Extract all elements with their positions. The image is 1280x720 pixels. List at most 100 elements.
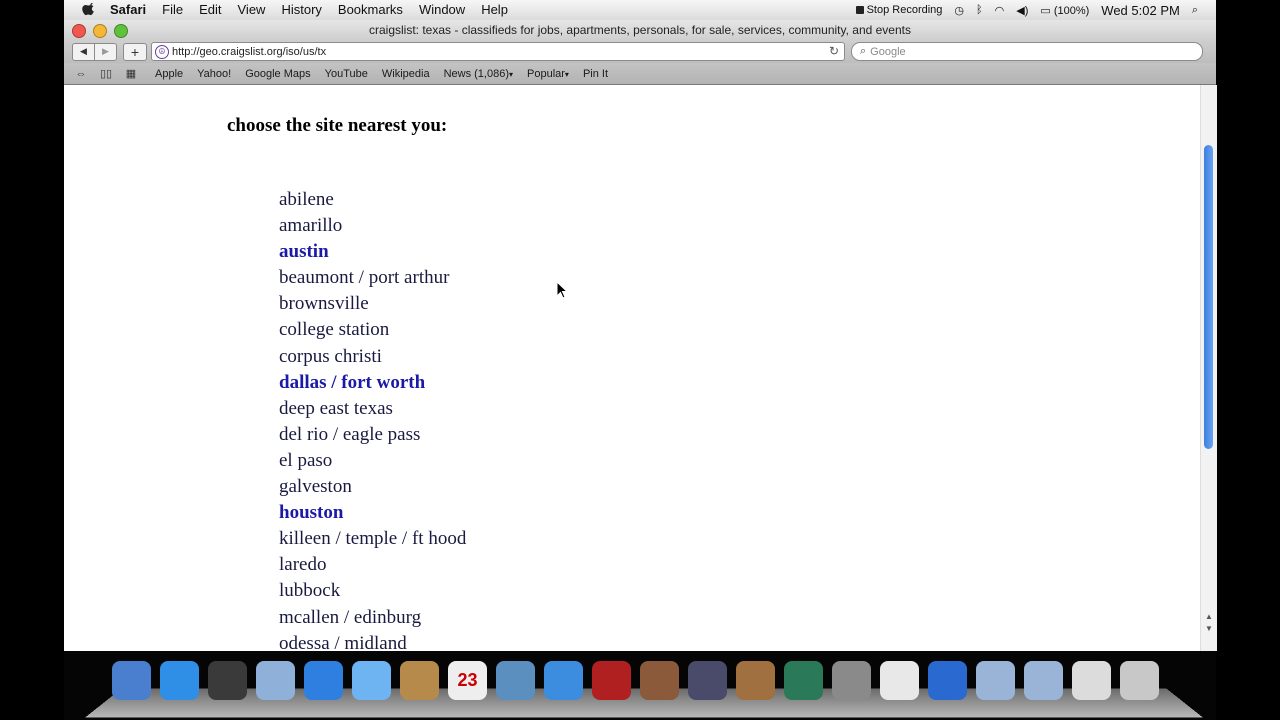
dock-image-capture-icon[interactable]: [640, 661, 679, 700]
menu-file[interactable]: File: [154, 0, 191, 20]
dock-garageband-icon[interactable]: [736, 661, 775, 700]
dock-time-machine-icon[interactable]: [784, 661, 823, 700]
window-titlebar: craigslist: texas - classifieds for jobs…: [64, 20, 1216, 40]
site-link[interactable]: amarillo: [279, 213, 466, 239]
time-machine-menu-icon[interactable]: ◷: [954, 4, 964, 17]
bookmark-pin-it[interactable]: Pin It: [583, 68, 608, 80]
menu-history[interactable]: History: [273, 0, 329, 20]
dock: 23: [64, 651, 1216, 720]
site-link[interactable]: del rio / eagle pass: [279, 422, 466, 448]
menu-view[interactable]: View: [230, 0, 274, 20]
window-controls: [72, 24, 128, 38]
dock-address-book-icon[interactable]: [400, 661, 439, 700]
dock-quicktime-icon[interactable]: [928, 661, 967, 700]
dock-finder-icon[interactable]: [112, 661, 151, 700]
bookmark-wikipedia[interactable]: Wikipedia: [382, 68, 430, 80]
menu-bar: Safari File Edit View History Bookmarks …: [64, 0, 1216, 21]
stop-recording-label: Stop Recording: [866, 4, 943, 16]
forward-button[interactable]: ▶: [94, 43, 116, 60]
dock-stack-icon[interactable]: [1072, 661, 1111, 700]
site-link[interactable]: houston: [279, 500, 466, 526]
site-link[interactable]: odessa / midland: [279, 631, 466, 651]
dock-mail-icon[interactable]: [256, 661, 295, 700]
page-heading: choose the site nearest you:: [227, 115, 448, 136]
dock-trash-icon[interactable]: [1120, 661, 1159, 700]
site-link[interactable]: deep east texas: [279, 396, 466, 422]
site-link[interactable]: el paso: [279, 448, 466, 474]
bookmark-popular-label: Popular: [527, 67, 565, 80]
bookmark-google-maps[interactable]: Google Maps: [245, 68, 310, 80]
dock-safari-icon[interactable]: [304, 661, 343, 700]
scrollbar-thumb[interactable]: [1204, 145, 1213, 449]
menu-edit[interactable]: Edit: [191, 0, 229, 20]
search-placeholder: Google: [870, 45, 906, 58]
site-list: abilene amarillo austin beaumont / port art…: [279, 187, 466, 651]
site-link[interactable]: abilene: [279, 187, 466, 213]
stop-recording-button[interactable]: Stop Recording: [855, 4, 943, 16]
volume-icon[interactable]: ◀): [1016, 4, 1028, 17]
wifi-icon[interactable]: ◠: [995, 4, 1005, 17]
dock-dashboard-icon[interactable]: [208, 661, 247, 700]
bookmark-youtube[interactable]: YouTube: [325, 68, 368, 80]
dock-photo-booth-icon[interactable]: [592, 661, 631, 700]
mouse-pointer-icon: [556, 281, 568, 299]
search-icon: ⌕: [860, 45, 867, 57]
window-title: craigslist: texas - classifieds for jobs…: [369, 23, 911, 37]
reading-list-icon[interactable]: ⇔: [73, 68, 89, 80]
top-sites-grid-icon[interactable]: ▦: [123, 67, 139, 80]
dock-imovie-icon[interactable]: [688, 661, 727, 700]
dock-itunes-icon[interactable]: [544, 661, 583, 700]
dock-system-preferences-icon[interactable]: [832, 661, 871, 700]
site-link[interactable]: corpus christi: [279, 344, 466, 370]
dock-ichat-icon[interactable]: [352, 661, 391, 700]
site-link[interactable]: dallas / fort worth: [279, 370, 466, 396]
web-page-content: choose the site nearest you: abilene amar…: [64, 85, 1200, 651]
nav-buttons: ◀ ▶: [72, 42, 117, 61]
dock-chrome-icon[interactable]: [880, 661, 919, 700]
menu-clock[interactable]: Wed 5:02 PM: [1101, 3, 1180, 18]
dock-iphoto-icon[interactable]: [496, 661, 535, 700]
site-link[interactable]: galveston: [279, 474, 466, 500]
zoom-window-button[interactable]: [114, 24, 128, 38]
vertical-scrollbar[interactable]: ▲ ▼: [1200, 85, 1217, 651]
battery-icon: ▭: [1040, 4, 1051, 17]
dock-applications-folder-icon[interactable]: [976, 661, 1015, 700]
close-window-button[interactable]: [72, 24, 86, 38]
bookmarks-book-icon[interactable]: ▯▯: [98, 67, 114, 80]
add-bookmark-button[interactable]: +: [123, 42, 147, 61]
site-link[interactable]: beaumont / port arthur: [279, 265, 466, 291]
bookmark-apple[interactable]: Apple: [155, 68, 183, 80]
minimize-window-button[interactable]: [93, 24, 107, 38]
menu-bookmarks[interactable]: Bookmarks: [330, 0, 411, 20]
bluetooth-icon[interactable]: ᛒ: [976, 4, 983, 16]
site-link[interactable]: laredo: [279, 552, 466, 578]
dock-documents-folder-icon[interactable]: [1024, 661, 1063, 700]
chevron-down-icon: ▾: [508, 69, 513, 79]
bookmark-news-folder[interactable]: News (1,086)▾: [444, 68, 513, 80]
site-link[interactable]: mcallen / edinburg: [279, 605, 466, 631]
dock-app-store-icon[interactable]: [160, 661, 199, 700]
apple-menu-icon[interactable]: [82, 3, 96, 17]
site-link[interactable]: killeen / temple / ft hood: [279, 526, 466, 552]
site-link[interactable]: brownsville: [279, 291, 466, 317]
scroll-down-arrow-icon[interactable]: ▼: [1205, 624, 1213, 633]
menu-safari[interactable]: Safari: [106, 0, 154, 20]
menu-help[interactable]: Help: [473, 0, 516, 20]
bookmarks-bar: ⇔ ▯▯ ▦ Apple Yahoo! Google Maps YouTube …: [64, 63, 1216, 85]
address-url: http://geo.craigslist.org/iso/us/tx: [172, 45, 327, 58]
back-button[interactable]: ◀: [73, 44, 94, 60]
site-link[interactable]: college station: [279, 317, 466, 343]
address-bar[interactable]: ☮ http://geo.craigslist.org/iso/us/tx ↻: [151, 42, 845, 61]
site-link[interactable]: austin: [279, 239, 466, 265]
site-link[interactable]: lubbock: [279, 578, 466, 604]
dock-ical-icon[interactable]: 23: [448, 661, 487, 700]
bookmark-yahoo[interactable]: Yahoo!: [197, 68, 231, 80]
battery-status[interactable]: ▭ (100%): [1040, 4, 1089, 17]
reload-icon[interactable]: ↻: [829, 44, 839, 58]
spotlight-icon[interactable]: ⌕: [1192, 4, 1198, 17]
dock-icons: 23: [112, 661, 1159, 700]
bookmark-popular-folder[interactable]: Popular▾: [527, 68, 569, 80]
menu-window[interactable]: Window: [411, 0, 473, 20]
scroll-up-arrow-icon[interactable]: ▲: [1205, 612, 1213, 621]
search-field[interactable]: ⌕ Google: [851, 42, 1203, 61]
